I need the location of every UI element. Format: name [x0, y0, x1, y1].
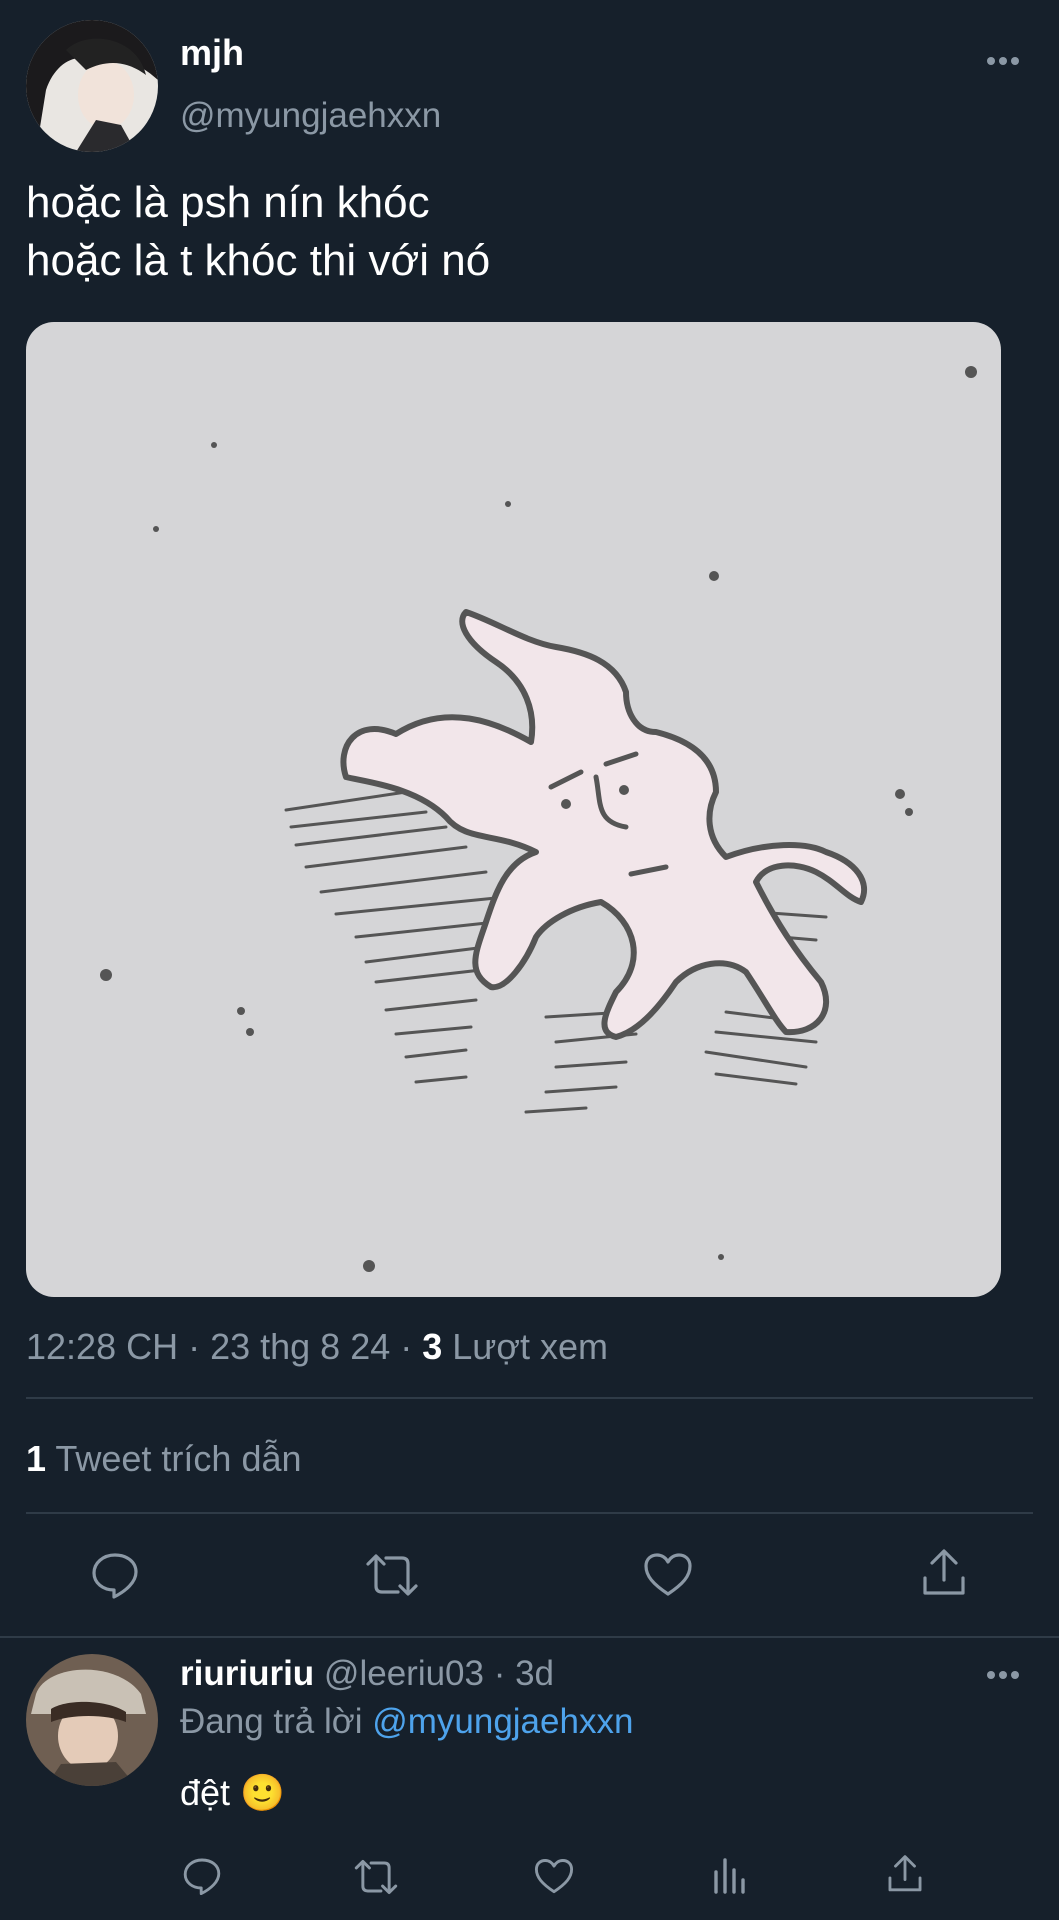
- quote-tweets-link[interactable]: 1 Tweet trích dẫn: [26, 1438, 302, 1480]
- author-handle[interactable]: @myungjaehxxn: [180, 96, 441, 136]
- reply-author-name[interactable]: riuriuriu: [180, 1654, 314, 1693]
- analytics-icon[interactable]: [712, 1856, 748, 1894]
- reply-author-avatar[interactable]: [26, 1654, 158, 1786]
- divider: [26, 1512, 1033, 1514]
- like-icon[interactable]: [643, 1552, 693, 1598]
- views-label: Lượt xem: [442, 1326, 609, 1367]
- tweet-text-line-1: hoặc là psh nín khóc: [26, 178, 430, 227]
- tweet-timestamp-views: 12:28 CH · 23 thg 8 24 · 3 Lượt xem: [26, 1326, 608, 1368]
- divider: [26, 1397, 1033, 1399]
- reply-like-icon[interactable]: [534, 1858, 574, 1895]
- tweet-timestamp: 12:28 CH · 23 thg 8 24 ·: [26, 1326, 423, 1367]
- tweet-text: hoặc là psh nín khóc hoặc là t khóc thi …: [26, 174, 490, 290]
- reply-retweet-icon[interactable]: [353, 1858, 399, 1896]
- author-avatar[interactable]: [26, 20, 158, 152]
- reply-icon[interactable]: [90, 1550, 140, 1600]
- tweet-text-line-2: hoặc là t khóc thi với nó: [26, 236, 491, 285]
- reply-more-icon[interactable]: [986, 1670, 1020, 1680]
- divider: [0, 1636, 1059, 1638]
- replying-to: Đang trả lời @myungjaehxxn: [180, 1702, 633, 1742]
- retweet-icon[interactable]: [364, 1552, 420, 1598]
- replying-to-link[interactable]: @myungjaehxxn: [372, 1702, 633, 1741]
- more-icon[interactable]: [986, 56, 1020, 66]
- reply-text: đệt 🙂: [180, 1772, 285, 1813]
- views-count: 3: [422, 1326, 443, 1367]
- quote-label: Tweet trích dẫn: [46, 1438, 302, 1479]
- reply-author-meta[interactable]: @leeriu03 · 3d: [324, 1654, 554, 1693]
- author-name[interactable]: mjh: [180, 32, 244, 74]
- quote-count: 1: [26, 1438, 47, 1479]
- tweet-image[interactable]: [26, 322, 1001, 1297]
- reply-share-icon[interactable]: [886, 1854, 924, 1894]
- reply-header: riuriuriu @leeriu03 · 3d: [180, 1654, 554, 1694]
- share-icon[interactable]: [920, 1548, 968, 1598]
- reply-reply-icon[interactable]: [182, 1856, 222, 1896]
- replying-to-prefix: Đang trả lời: [180, 1702, 373, 1741]
